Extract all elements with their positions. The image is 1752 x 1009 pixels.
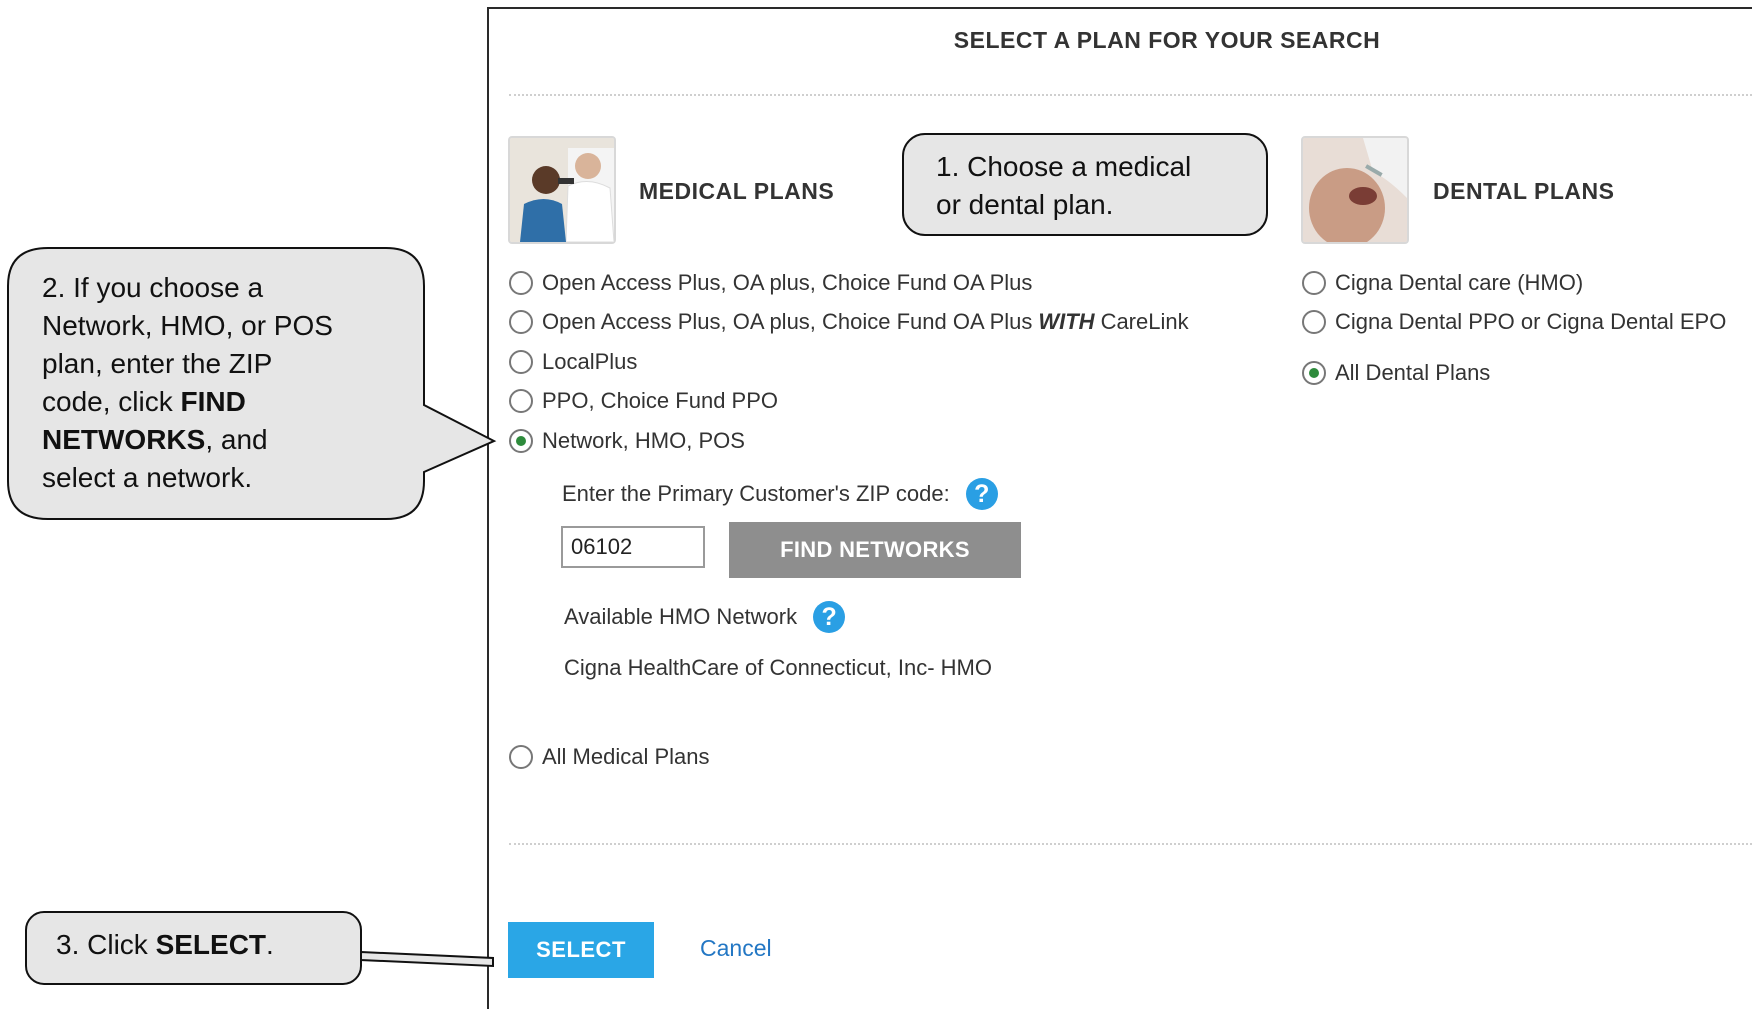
callout-2-line: NETWORKS, and [42,421,333,459]
callout-2-line: code, click FIND [42,383,333,421]
callout-2-text-part: code, click [42,386,181,417]
callout-3-text-part: 3. Click [56,929,156,960]
callout-2-line: Network, HMO, or POS [42,310,333,341]
callout-2-text: 2. If you choose a Network, HMO, or POS … [42,269,333,497]
callout-3-bold-part: SELECT [155,929,267,960]
callout-3-text: 3. Click SELECT. [56,926,274,964]
callout-3-pointer [360,950,494,968]
callout-2-line: select a network. [42,462,253,493]
callout-2-text-part: , and [205,424,268,455]
callout-1-line: 1. Choose a medical [936,151,1192,182]
callout-shapes [7,133,1268,985]
callout-1-text: 1. Choose a medical or dental plan. [936,148,1191,224]
callout-2-bold-part: FIND [180,386,246,417]
callout-2-bold-part: NETWORKS [42,424,206,455]
callout-2-line: 2. If you choose a [42,272,264,303]
callout-3-text-part: . [266,929,274,960]
callout-2-line: plan, enter the ZIP [42,348,273,379]
callout-1-line: or dental plan. [936,189,1114,220]
